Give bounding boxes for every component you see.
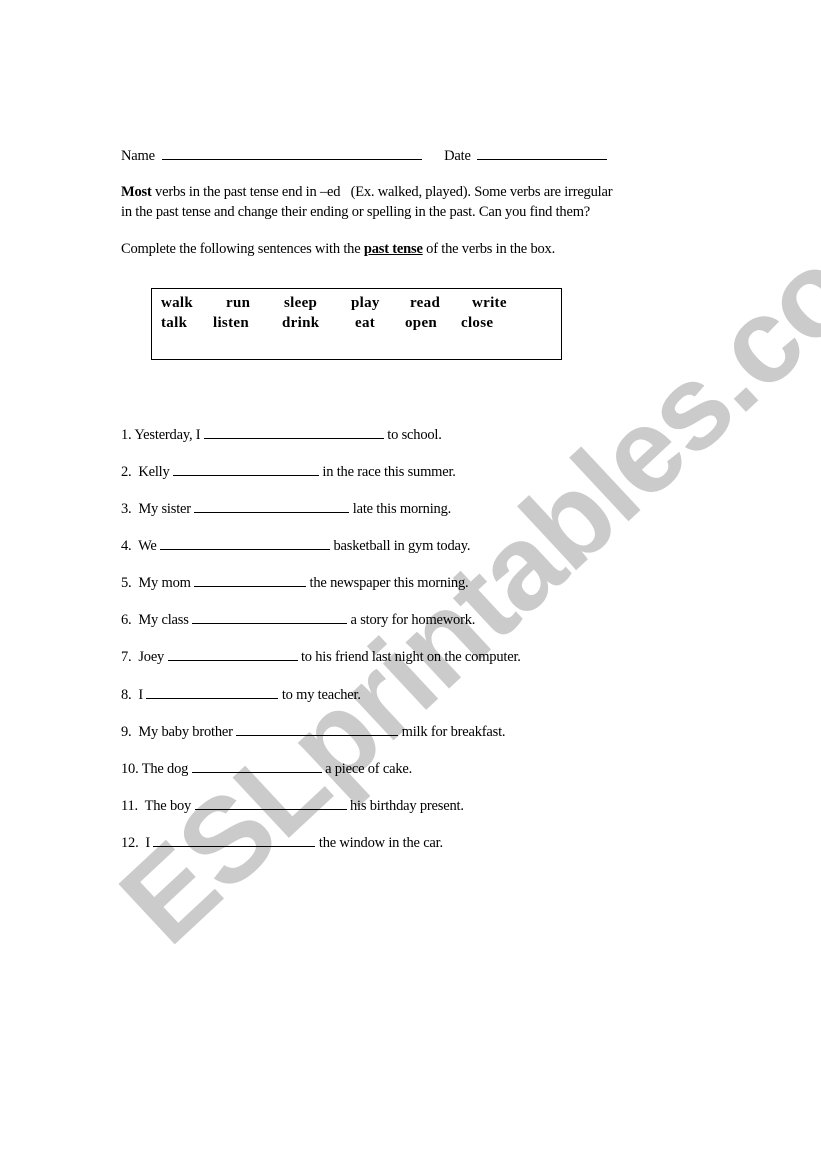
answer-blank[interactable]	[153, 834, 316, 847]
sentence-suffix: basketball in gym today.	[330, 538, 471, 554]
verb-item: write	[472, 295, 507, 311]
verb-item: open	[405, 315, 438, 331]
sentence-prefix: 5. My mom	[121, 575, 195, 591]
answer-blank[interactable]	[194, 574, 307, 587]
sentence-item: 7. Joey to his friend last night on the …	[121, 648, 521, 666]
answer-blank[interactable]	[167, 648, 298, 661]
intro-line-1: Most verbs in the past tense end in –ed …	[121, 184, 613, 201]
date-field[interactable]	[477, 147, 608, 160]
sentence-item: 10. The dog a piece of cake.	[121, 760, 412, 778]
intro-bold-word: Most	[121, 184, 152, 200]
sentence-prefix: 12. I	[121, 835, 154, 851]
sentence-prefix: 2. Kelly	[121, 464, 173, 480]
sentence-prefix: 8. I	[121, 687, 147, 703]
sentence-prefix: 11. The boy	[121, 798, 195, 814]
verb-item: eat	[355, 315, 376, 331]
verb-item: close	[461, 315, 494, 331]
verb-box: walk run sleep play read write talk list…	[151, 288, 562, 360]
intro-text-1: verbs in the past tense end in –ed (Ex. …	[151, 184, 613, 200]
answer-blank[interactable]	[203, 426, 384, 439]
sentence-suffix: the newspaper this morning.	[306, 575, 469, 591]
sentence-item: 3. My sister late this morning.	[121, 500, 451, 518]
name-field[interactable]	[162, 147, 423, 160]
answer-blank[interactable]	[146, 686, 279, 699]
verb-item: walk	[161, 295, 194, 311]
sentence-item: 5. My mom the newspaper this morning.	[121, 574, 469, 592]
sentence-suffix: to my teacher.	[278, 687, 361, 703]
answer-blank[interactable]	[194, 500, 350, 513]
verb-item: listen	[213, 315, 249, 331]
sentence-item: 11. The boy his birthday present.	[121, 797, 464, 815]
sentence-item: 6. My class a story for homework.	[121, 611, 475, 629]
worksheet-page: ESLprintables.com Name Date Most verbs i…	[0, 0, 821, 1169]
sentence-prefix: 9. My baby brother	[121, 724, 237, 740]
sentence-item: 1. Yesterday, I to school.	[121, 426, 442, 444]
answer-blank[interactable]	[194, 797, 347, 810]
verb-item: drink	[282, 315, 320, 331]
verb-item: read	[410, 295, 441, 311]
sentence-item: 9. My baby brother milk for breakfast.	[121, 723, 506, 741]
sentence-prefix: 3. My sister	[121, 501, 195, 517]
sentence-suffix: a story for homework.	[347, 612, 476, 628]
instruction-text-before: Complete the following sentences with th…	[121, 241, 364, 257]
instruction-line: Complete the following sentences with th…	[121, 241, 555, 258]
intro-text-2: in the past tense and change their endin…	[121, 204, 591, 220]
sentence-prefix: 4. We	[121, 538, 161, 554]
sentence-prefix: 10. The dog	[121, 761, 192, 777]
date-label: Date	[444, 148, 471, 164]
sentence-suffix: to school.	[383, 427, 442, 443]
sentence-suffix: milk for breakfast.	[398, 724, 506, 740]
name-date-row: Name Date	[121, 147, 608, 165]
answer-blank[interactable]	[191, 760, 322, 773]
verb-item: sleep	[284, 295, 318, 311]
sentence-item: 2. Kelly in the race this summer.	[121, 463, 456, 481]
name-label: Name	[121, 148, 155, 164]
verb-item: talk	[161, 315, 188, 331]
answer-blank[interactable]	[192, 611, 348, 624]
sentence-item: 4. We basketball in gym today.	[121, 537, 471, 555]
sentence-suffix: his birthday present.	[346, 798, 464, 814]
sentence-suffix: the window in the car.	[315, 835, 443, 851]
answer-blank[interactable]	[236, 723, 399, 736]
answer-blank[interactable]	[160, 537, 331, 550]
sentence-suffix: in the race this summer.	[318, 464, 456, 480]
instruction-emphasis: past tense	[363, 241, 423, 257]
sentence-item: 12. I the window in the car.	[121, 834, 443, 852]
sentence-prefix: 7. Joey	[121, 649, 168, 665]
verb-item: play	[351, 295, 380, 311]
sentence-prefix: 6. My class	[121, 612, 193, 628]
sentence-suffix: to his friend last night on the computer…	[297, 649, 521, 665]
sentence-suffix: a piece of cake.	[321, 761, 413, 777]
answer-blank[interactable]	[172, 463, 319, 476]
intro-line-2: in the past tense and change their endin…	[121, 204, 590, 221]
instruction-text-after: of the verbs in the box.	[422, 241, 556, 257]
verb-item: run	[226, 295, 251, 311]
sentence-prefix: 1. Yesterday, I	[121, 427, 204, 443]
sentence-item: 8. I to my teacher.	[121, 686, 361, 704]
sentence-suffix: late this morning.	[349, 501, 452, 517]
